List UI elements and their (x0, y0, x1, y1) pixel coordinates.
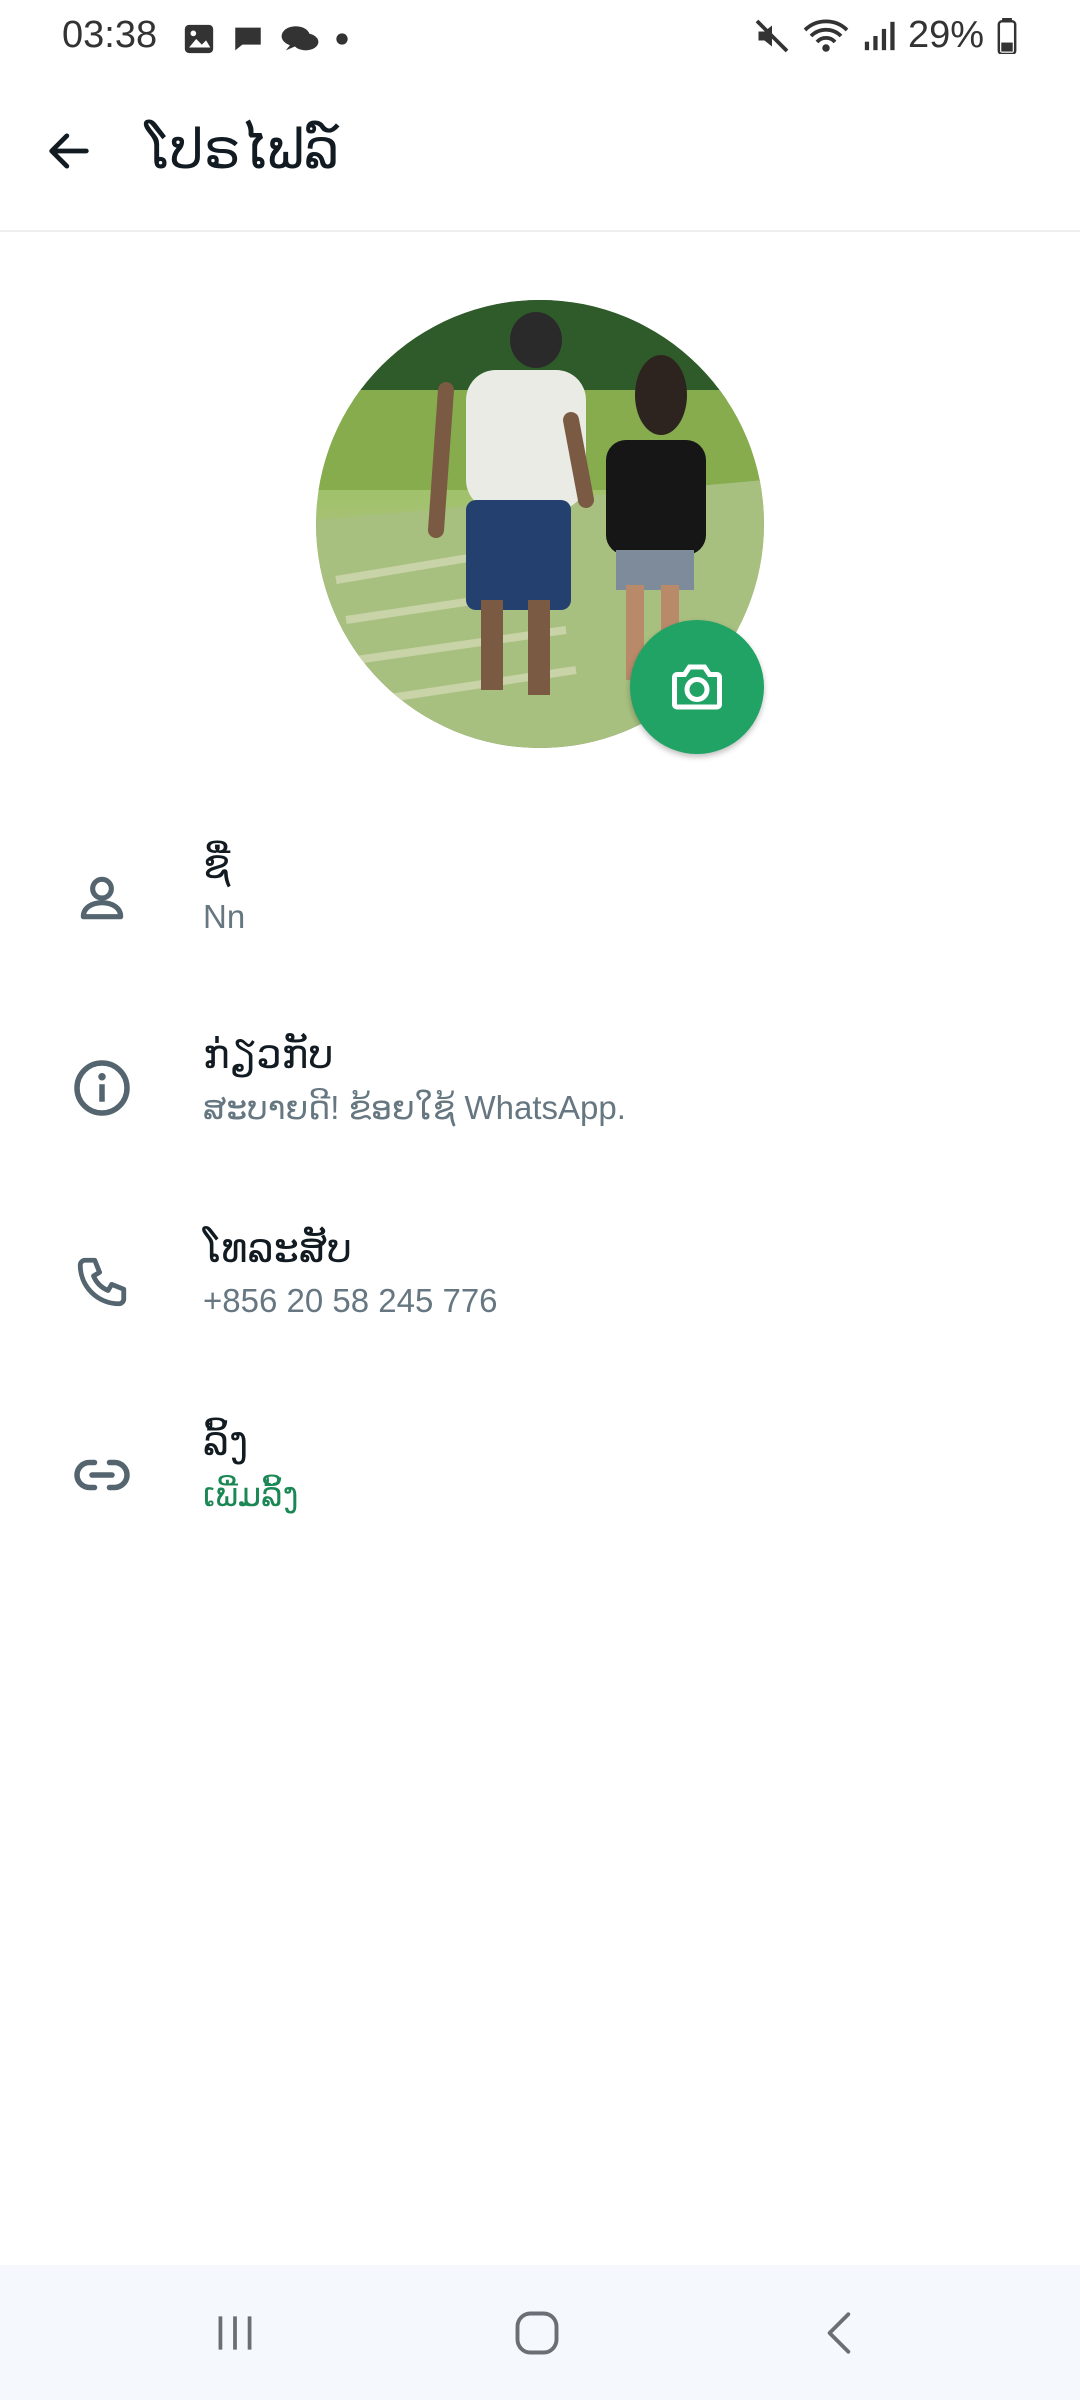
nav-back-button[interactable] (795, 2295, 885, 2370)
status-system-icons: 29% (754, 14, 1018, 57)
link-icon (70, 1443, 134, 1507)
status-bar: 03:38 29% (0, 0, 1080, 80)
battery-icon (997, 17, 1017, 54)
signal-icon (864, 21, 895, 50)
home-icon (515, 2311, 559, 2354)
gallery-icon (184, 24, 214, 54)
name-label: ຊື່ (203, 842, 231, 888)
phone-row[interactable]: ໂທລະສັບ +856 20 58 245 776 (0, 1220, 1080, 1380)
link-row[interactable]: ລິ້ງ ເພີ່ມລິ້ງ (0, 1413, 1080, 1573)
about-row[interactable]: ກ່ຽວກັບ ສະບາຍດີ! ຂ້ອຍໃຊ້ WhatsApp. (0, 1026, 1080, 1186)
about-value: ສະບາຍດີ! ຂ້ອຍໃຊ້ WhatsApp. (203, 1089, 626, 1126)
change-photo-button[interactable] (630, 620, 764, 754)
back-icon (827, 2311, 851, 2354)
home-button[interactable] (492, 2295, 582, 2370)
phone-value: +856 20 58 245 776 (203, 1282, 498, 1319)
link-label: ລິ້ງ (203, 1419, 249, 1465)
info-icon (70, 1056, 134, 1120)
name-row[interactable]: ຊື່ Nn (0, 836, 1080, 996)
mute-icon (755, 19, 789, 52)
page-title: ໂປຣໄຟລ໌ (145, 118, 340, 181)
system-nav-bar (0, 2265, 1080, 2400)
status-time: 03:38 (62, 14, 158, 56)
person-icon (70, 866, 134, 930)
battery-percentage: 29% (907, 14, 984, 56)
arrow-left-icon (49, 133, 89, 169)
dot-icon (336, 33, 348, 45)
add-link-button[interactable]: ເພີ່ມລິ້ງ (203, 1475, 299, 1514)
back-button[interactable] (34, 116, 104, 186)
recents-button[interactable] (190, 2295, 280, 2370)
status-notification-icons (182, 22, 350, 56)
camera-icon (672, 664, 722, 710)
name-value: Nn (203, 898, 246, 935)
phone-icon (70, 1250, 134, 1314)
phone-label: ໂທລະສັບ (203, 1226, 353, 1272)
chat-bubbles-icon (281, 26, 319, 51)
about-label: ກ່ຽວກັບ (203, 1032, 334, 1078)
app-bar: ໂປຣໄຟລ໌ (0, 80, 1080, 232)
message-icon (235, 27, 261, 51)
recents-icon (218, 2315, 252, 2350)
wifi-icon (803, 19, 849, 52)
